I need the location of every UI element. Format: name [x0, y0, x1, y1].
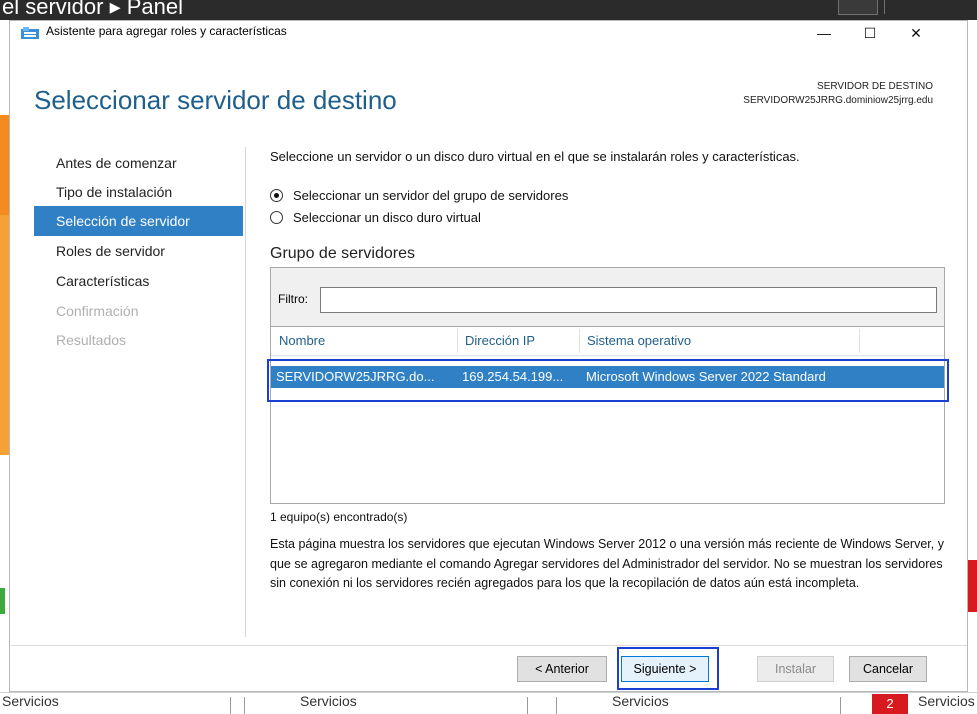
nav-item-installation-type[interactable]: Tipo de instalación [34, 177, 243, 207]
column-header-os[interactable]: Sistema operativo [579, 327, 859, 355]
dashboard-tile-red [968, 560, 977, 612]
nav-item-results: Resultados [56, 332, 127, 348]
divider [230, 697, 231, 714]
flag-icon[interactable] [884, 0, 903, 14]
divider [244, 697, 245, 714]
close-icon: ✕ [910, 24, 922, 41]
dashboard-tile-green [0, 588, 5, 614]
server-manager-titlebar: el servidor ▸ Panel [0, 0, 977, 20]
nav-item-confirmation: Confirmación [56, 303, 139, 319]
services-label[interactable]: Servicios [612, 693, 669, 709]
radio-selected-icon[interactable] [270, 188, 283, 202]
services-label[interactable]: Servicios [2, 693, 59, 709]
destination-server-value: SERVIDORW25JRRG.dominiow25jrrg.edu [743, 95, 933, 106]
divider [527, 697, 528, 714]
maximize-icon: ☐ [863, 24, 877, 41]
server-manager-services-row: Servicios Servicios Servicios 2 Servicio… [0, 692, 977, 714]
nav-item-server-roles[interactable]: Roles de servidor [34, 236, 243, 266]
radio-server-pool[interactable]: Seleccionar un servidor del grupo de ser… [270, 186, 568, 204]
column-header-ip[interactable]: Dirección IP [457, 327, 579, 355]
next-button-highlight-box [617, 647, 719, 690]
maximize-button[interactable]: ☐ [847, 21, 893, 45]
column-header-name[interactable]: Nombre [271, 327, 457, 355]
minimize-icon: — [817, 25, 831, 41]
filter-input[interactable] [320, 287, 937, 313]
column-divider [859, 329, 860, 353]
server-manager-breadcrumb: el servidor ▸ Panel [2, 0, 184, 19]
previous-button[interactable]: < Anterior [517, 656, 607, 682]
radio-unselected-icon[interactable] [270, 210, 283, 224]
table-header: Nombre Dirección IP Sistema operativo [271, 327, 944, 356]
minimize-button[interactable]: — [801, 21, 847, 45]
add-roles-wizard-window: Asistente para agregar roles y caracterí… [9, 20, 968, 692]
server-pool-heading: Grupo de servidores [270, 245, 415, 262]
services-label[interactable]: Servicios [918, 693, 975, 709]
server-manager-icon [21, 27, 39, 39]
page-title: Seleccionar servidor de destino [34, 85, 397, 115]
services-label[interactable]: Servicios [300, 693, 357, 709]
nav-item-before-you-begin[interactable]: Antes de comenzar [34, 148, 243, 178]
filter-label: Filtro: [278, 292, 308, 306]
nav-item-features[interactable]: Características [34, 266, 243, 296]
radio-server-pool-label: Seleccionar un servidor del grupo de ser… [293, 187, 569, 203]
close-button[interactable]: ✕ [893, 21, 939, 45]
divider [556, 697, 557, 714]
destination-server-label: SERVIDOR DE DESTINO [817, 81, 933, 92]
cancel-button[interactable]: Cancelar [849, 656, 927, 682]
nav-divider [245, 147, 246, 637]
divider [840, 697, 841, 714]
intro-text: Seleccione un servidor o un disco duro v… [270, 149, 800, 164]
info-text: Esta página muestra los servidores que e… [270, 537, 944, 590]
services-alert-badge: 2 [872, 694, 908, 714]
window-title: Asistente para agregar roles y caracterí… [46, 24, 287, 38]
row-highlight-box [267, 359, 949, 402]
install-button: Instalar [757, 656, 834, 682]
nav-item-server-selection[interactable]: Selección de servidor [34, 206, 243, 236]
result-count: 1 equipo(s) encontrado(s) [270, 510, 408, 524]
radio-virtual-disk[interactable]: Seleccionar un disco duro virtual [270, 208, 481, 226]
radio-virtual-disk-label: Seleccionar un disco duro virtual [293, 209, 481, 225]
refresh-icon[interactable] [838, 0, 878, 15]
dashboard-tile-orange-dark [0, 115, 9, 215]
footer-divider [11, 645, 967, 646]
